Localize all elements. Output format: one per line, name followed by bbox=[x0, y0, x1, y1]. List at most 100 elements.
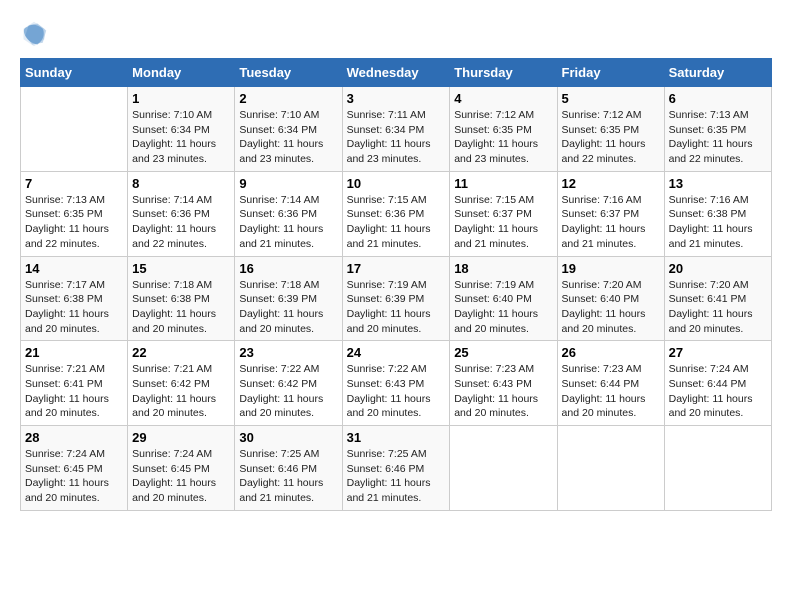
logo-icon bbox=[20, 20, 48, 48]
day-number: 23 bbox=[239, 345, 337, 360]
day-number: 31 bbox=[347, 430, 446, 445]
week-row-1: 1 Sunrise: 7:10 AM Sunset: 6:34 PM Daylig… bbox=[21, 87, 772, 172]
week-row-2: 7Sunrise: 7:13 AM Sunset: 6:35 PM Daylig… bbox=[21, 171, 772, 256]
day-info: Sunrise: 7:21 AM Sunset: 6:41 PM Dayligh… bbox=[25, 362, 123, 421]
day-info: Sunrise: 7:23 AM Sunset: 6:44 PM Dayligh… bbox=[562, 362, 660, 421]
day-number: 16 bbox=[239, 261, 337, 276]
day-cell: 10Sunrise: 7:15 AM Sunset: 6:36 PM Dayli… bbox=[342, 171, 450, 256]
day-cell: 5Sunrise: 7:12 AM Sunset: 6:35 PM Daylig… bbox=[557, 87, 664, 172]
day-header-friday: Friday bbox=[557, 59, 664, 87]
day-cell: 4 Sunrise: 7:12 AM Sunset: 6:35 PM Daylig… bbox=[450, 87, 557, 172]
day-info: Sunrise: 7:21 AM Sunset: 6:42 PM Dayligh… bbox=[132, 362, 230, 421]
day-cell bbox=[557, 426, 664, 511]
week-row-4: 21 Sunrise: 7:21 AM Sunset: 6:41 PM Dayli… bbox=[21, 341, 772, 426]
day-info: Sunrise: 7:17 AM Sunset: 6:38 PM Dayligh… bbox=[25, 278, 123, 337]
day-number: 9 bbox=[239, 176, 337, 191]
day-info: Sunrise: 7:20 AM Sunset: 6:40 PM Dayligh… bbox=[562, 278, 660, 337]
day-info: Sunrise: 7:10 AM Sunset: 6:34 PM Dayligh… bbox=[132, 108, 230, 167]
day-number: 4 bbox=[454, 91, 552, 106]
day-number: 15 bbox=[132, 261, 230, 276]
day-cell: 25Sunrise: 7:23 AM Sunset: 6:43 PM Dayli… bbox=[450, 341, 557, 426]
day-number: 2 bbox=[239, 91, 337, 106]
day-number: 27 bbox=[669, 345, 767, 360]
day-number: 7 bbox=[25, 176, 123, 191]
day-info: Sunrise: 7:15 AM Sunset: 6:37 PM Dayligh… bbox=[454, 193, 552, 252]
day-header-monday: Monday bbox=[128, 59, 235, 87]
day-number: 18 bbox=[454, 261, 552, 276]
day-info: Sunrise: 7:19 AM Sunset: 6:39 PM Dayligh… bbox=[347, 278, 446, 337]
day-cell: 3 Sunrise: 7:11 AM Sunset: 6:34 PM Daylig… bbox=[342, 87, 450, 172]
day-number: 20 bbox=[669, 261, 767, 276]
day-info: Sunrise: 7:14 AM Sunset: 6:36 PM Dayligh… bbox=[239, 193, 337, 252]
day-cell: 22 Sunrise: 7:21 AM Sunset: 6:42 PM Dayli… bbox=[128, 341, 235, 426]
day-cell: 1 Sunrise: 7:10 AM Sunset: 6:34 PM Daylig… bbox=[128, 87, 235, 172]
day-cell: 6 Sunrise: 7:13 AM Sunset: 6:35 PM Daylig… bbox=[664, 87, 771, 172]
day-number: 21 bbox=[25, 345, 123, 360]
day-cell bbox=[450, 426, 557, 511]
day-cell: 28Sunrise: 7:24 AM Sunset: 6:45 PM Dayli… bbox=[21, 426, 128, 511]
day-number: 25 bbox=[454, 345, 552, 360]
day-number: 19 bbox=[562, 261, 660, 276]
day-info: Sunrise: 7:11 AM Sunset: 6:34 PM Dayligh… bbox=[347, 108, 446, 167]
day-cell: 9 Sunrise: 7:14 AM Sunset: 6:36 PM Daylig… bbox=[235, 171, 342, 256]
day-cell: 16 Sunrise: 7:18 AM Sunset: 6:39 PM Dayli… bbox=[235, 256, 342, 341]
day-cell bbox=[664, 426, 771, 511]
day-info: Sunrise: 7:15 AM Sunset: 6:36 PM Dayligh… bbox=[347, 193, 446, 252]
day-cell: 27 Sunrise: 7:24 AM Sunset: 6:44 PM Dayli… bbox=[664, 341, 771, 426]
day-number: 26 bbox=[562, 345, 660, 360]
day-cell: 20 Sunrise: 7:20 AM Sunset: 6:41 PM Dayli… bbox=[664, 256, 771, 341]
week-row-3: 14 Sunrise: 7:17 AM Sunset: 6:38 PM Dayli… bbox=[21, 256, 772, 341]
day-info: Sunrise: 7:24 AM Sunset: 6:45 PM Dayligh… bbox=[25, 447, 123, 506]
calendar-table: SundayMondayTuesdayWednesdayThursdayFrid… bbox=[20, 58, 772, 511]
day-cell: 26 Sunrise: 7:23 AM Sunset: 6:44 PM Dayli… bbox=[557, 341, 664, 426]
day-info: Sunrise: 7:22 AM Sunset: 6:42 PM Dayligh… bbox=[239, 362, 337, 421]
day-number: 14 bbox=[25, 261, 123, 276]
day-info: Sunrise: 7:12 AM Sunset: 6:35 PM Dayligh… bbox=[454, 108, 552, 167]
day-cell bbox=[21, 87, 128, 172]
day-number: 30 bbox=[239, 430, 337, 445]
day-cell: 8 Sunrise: 7:14 AM Sunset: 6:36 PM Daylig… bbox=[128, 171, 235, 256]
day-info: Sunrise: 7:19 AM Sunset: 6:40 PM Dayligh… bbox=[454, 278, 552, 337]
day-info: Sunrise: 7:13 AM Sunset: 6:35 PM Dayligh… bbox=[669, 108, 767, 167]
day-info: Sunrise: 7:16 AM Sunset: 6:38 PM Dayligh… bbox=[669, 193, 767, 252]
day-header-thursday: Thursday bbox=[450, 59, 557, 87]
day-cell: 31Sunrise: 7:25 AM Sunset: 6:46 PM Dayli… bbox=[342, 426, 450, 511]
day-cell: 18 Sunrise: 7:19 AM Sunset: 6:40 PM Dayli… bbox=[450, 256, 557, 341]
day-cell: 29Sunrise: 7:24 AM Sunset: 6:45 PM Dayli… bbox=[128, 426, 235, 511]
day-number: 3 bbox=[347, 91, 446, 106]
day-number: 12 bbox=[562, 176, 660, 191]
header-row: SundayMondayTuesdayWednesdayThursdayFrid… bbox=[21, 59, 772, 87]
day-info: Sunrise: 7:10 AM Sunset: 6:34 PM Dayligh… bbox=[239, 108, 337, 167]
day-cell: 19 Sunrise: 7:20 AM Sunset: 6:40 PM Dayli… bbox=[557, 256, 664, 341]
day-info: Sunrise: 7:14 AM Sunset: 6:36 PM Dayligh… bbox=[132, 193, 230, 252]
day-info: Sunrise: 7:16 AM Sunset: 6:37 PM Dayligh… bbox=[562, 193, 660, 252]
day-cell: 17 Sunrise: 7:19 AM Sunset: 6:39 PM Dayli… bbox=[342, 256, 450, 341]
day-cell: 14 Sunrise: 7:17 AM Sunset: 6:38 PM Dayli… bbox=[21, 256, 128, 341]
day-number: 8 bbox=[132, 176, 230, 191]
day-info: Sunrise: 7:25 AM Sunset: 6:46 PM Dayligh… bbox=[239, 447, 337, 506]
day-number: 17 bbox=[347, 261, 446, 276]
day-number: 6 bbox=[669, 91, 767, 106]
page-header bbox=[20, 20, 772, 48]
day-number: 11 bbox=[454, 176, 552, 191]
day-info: Sunrise: 7:20 AM Sunset: 6:41 PM Dayligh… bbox=[669, 278, 767, 337]
day-cell: 30 Sunrise: 7:25 AM Sunset: 6:46 PM Dayli… bbox=[235, 426, 342, 511]
day-cell: 15 Sunrise: 7:18 AM Sunset: 6:38 PM Dayli… bbox=[128, 256, 235, 341]
day-header-sunday: Sunday bbox=[21, 59, 128, 87]
day-number: 22 bbox=[132, 345, 230, 360]
day-cell: 23 Sunrise: 7:22 AM Sunset: 6:42 PM Dayli… bbox=[235, 341, 342, 426]
day-number: 13 bbox=[669, 176, 767, 191]
day-number: 1 bbox=[132, 91, 230, 106]
day-cell: 12 Sunrise: 7:16 AM Sunset: 6:37 PM Dayli… bbox=[557, 171, 664, 256]
day-info: Sunrise: 7:18 AM Sunset: 6:39 PM Dayligh… bbox=[239, 278, 337, 337]
day-header-wednesday: Wednesday bbox=[342, 59, 450, 87]
day-cell: 24Sunrise: 7:22 AM Sunset: 6:43 PM Dayli… bbox=[342, 341, 450, 426]
logo bbox=[20, 20, 52, 48]
day-header-saturday: Saturday bbox=[664, 59, 771, 87]
day-info: Sunrise: 7:24 AM Sunset: 6:45 PM Dayligh… bbox=[132, 447, 230, 506]
day-info: Sunrise: 7:24 AM Sunset: 6:44 PM Dayligh… bbox=[669, 362, 767, 421]
day-info: Sunrise: 7:12 AM Sunset: 6:35 PM Dayligh… bbox=[562, 108, 660, 167]
day-cell: 13 Sunrise: 7:16 AM Sunset: 6:38 PM Dayli… bbox=[664, 171, 771, 256]
day-header-tuesday: Tuesday bbox=[235, 59, 342, 87]
day-info: Sunrise: 7:18 AM Sunset: 6:38 PM Dayligh… bbox=[132, 278, 230, 337]
